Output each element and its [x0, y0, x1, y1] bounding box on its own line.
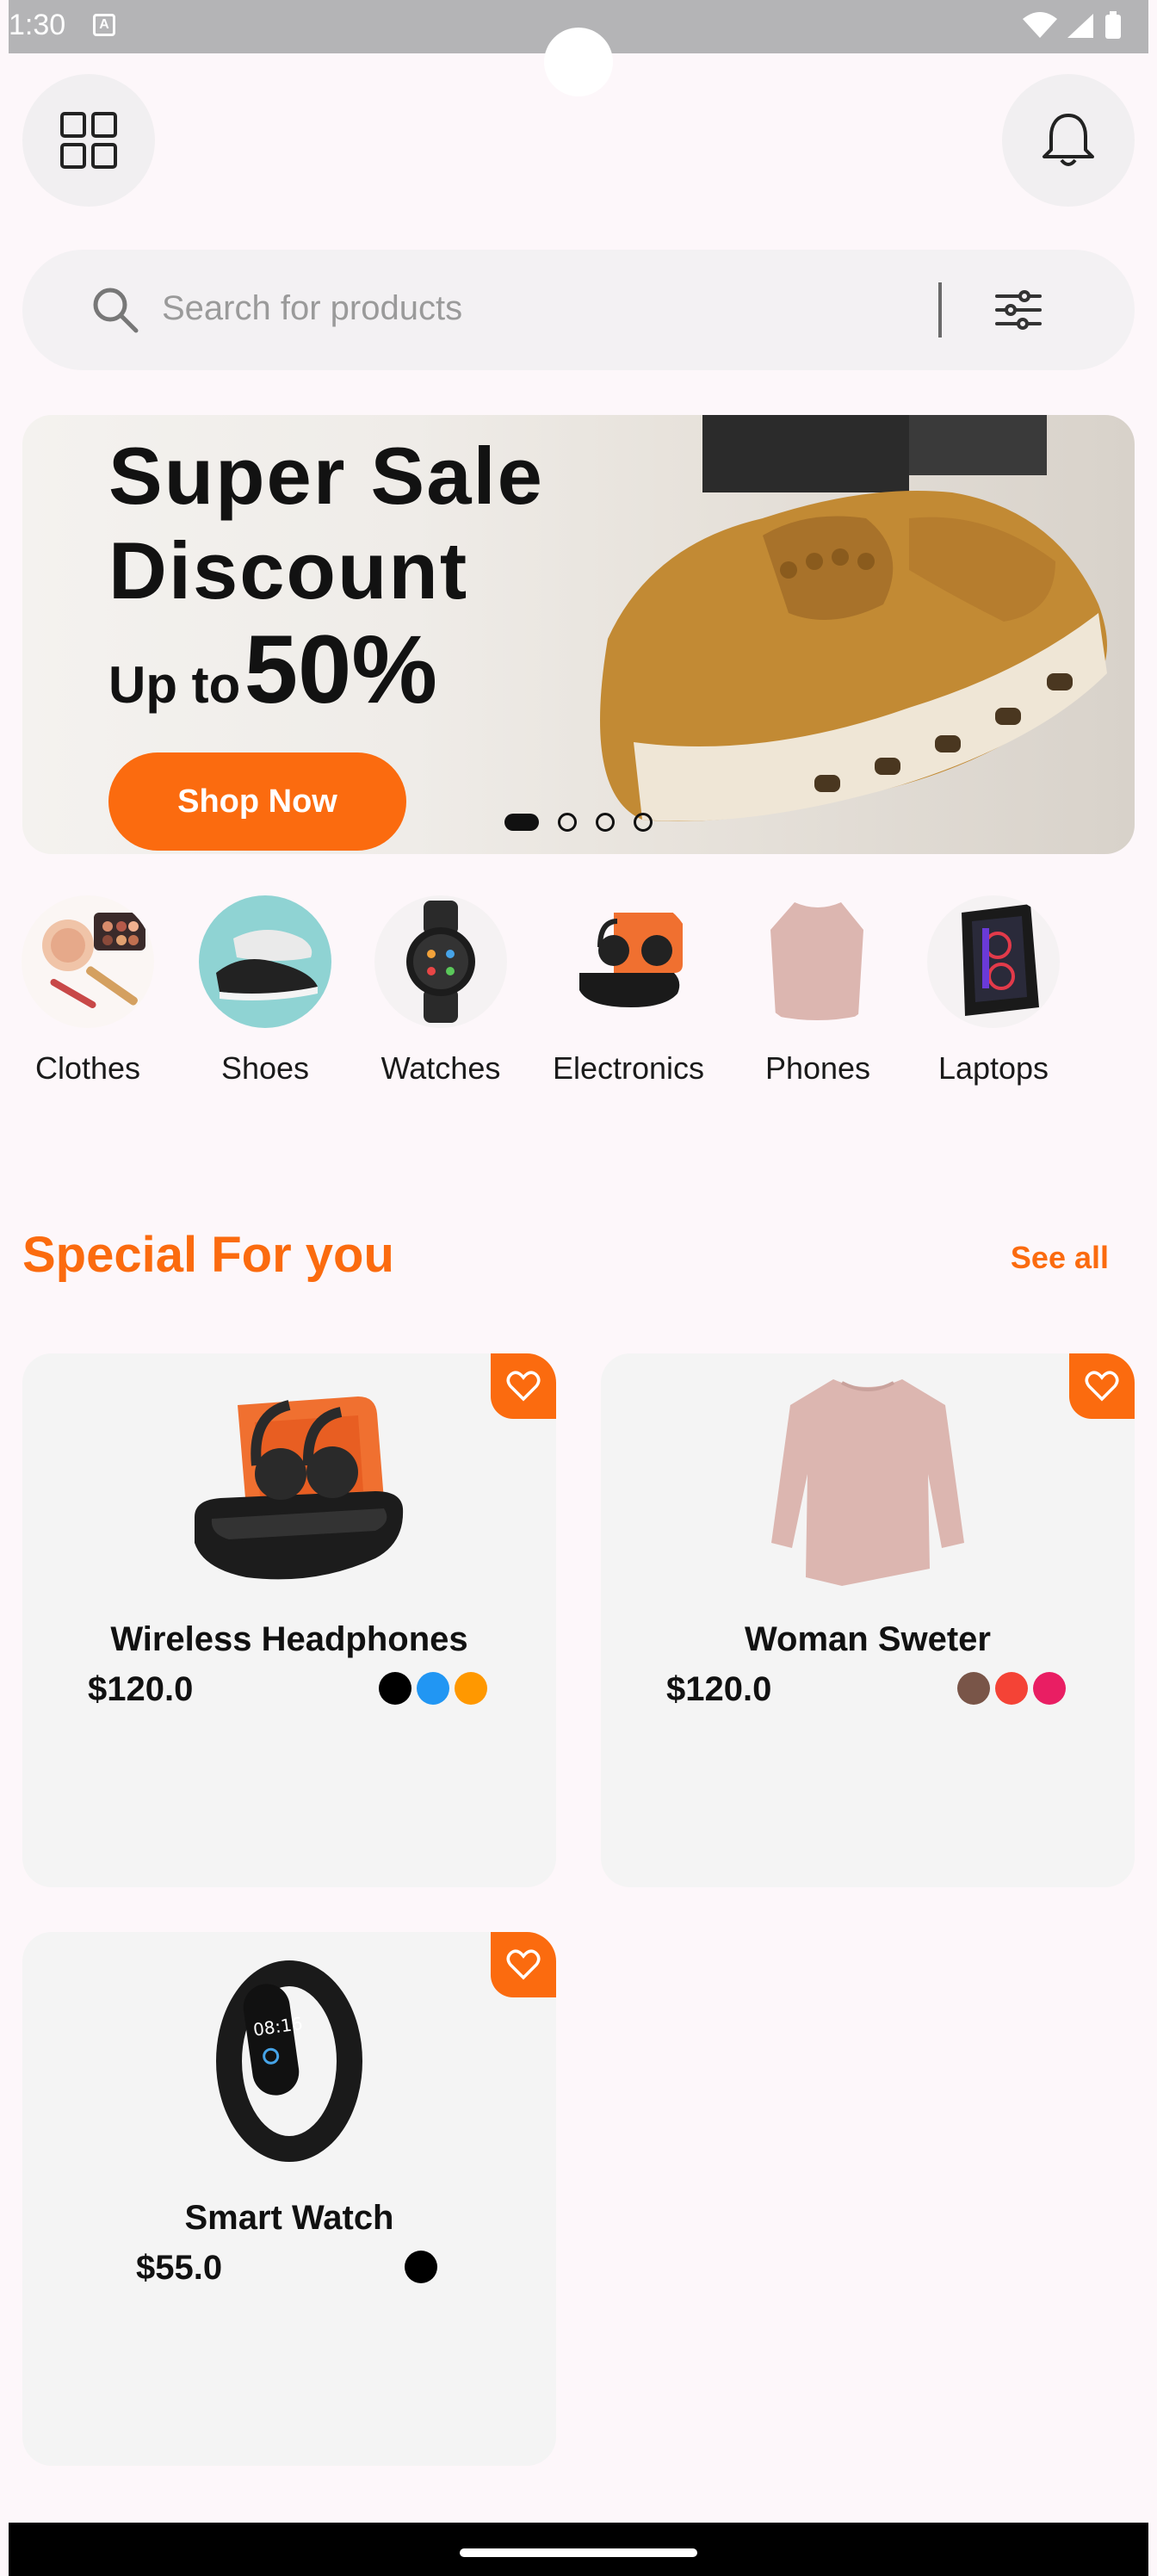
product-card[interactable]: 08:16 Smart Watch $55.0: [22, 1932, 556, 2466]
category-shoes[interactable]: Shoes: [179, 895, 351, 1087]
search-icon: [93, 288, 139, 333]
search-divider: [938, 282, 942, 337]
sweater-icon: [770, 902, 863, 1020]
color-swatch[interactable]: [455, 1672, 487, 1705]
home-gesture-handle[interactable]: [460, 2548, 697, 2557]
banner-headline-1: Super Sale: [108, 430, 544, 521]
cosmetics-icon: [42, 913, 145, 1008]
favorite-button[interactable]: [491, 1932, 556, 1997]
category-label: Laptops: [937, 1050, 1049, 1086]
watch-icon: [406, 901, 475, 1023]
search-input[interactable]: Search for products: [162, 289, 462, 328]
favorite-button[interactable]: [1069, 1353, 1135, 1419]
product-price: $55.0: [136, 2249, 223, 2287]
product-image: [739, 1371, 997, 1603]
product-name: Smart Watch: [184, 2199, 394, 2237]
category-label: Shoes: [220, 1050, 310, 1086]
category-image: [562, 895, 695, 1028]
color-swatches: [957, 1672, 1066, 1705]
category-list: Clothes Shoes Watches Electronics Phones…: [0, 895, 1157, 1102]
category-phones[interactable]: Phones: [732, 895, 904, 1087]
earbuds-case-icon: [195, 1396, 404, 1580]
status-indicator: A: [93, 14, 115, 36]
search-bar[interactable]: Search for products: [22, 250, 1135, 370]
category-label: Clothes: [34, 1050, 141, 1086]
bell-icon: [1043, 114, 1094, 166]
product-card[interactable]: Wireless Headphones $120.0: [22, 1353, 556, 1887]
color-swatch[interactable]: [995, 1672, 1028, 1705]
product-price: $120.0: [88, 1670, 194, 1708]
status-icons: [1023, 10, 1123, 41]
see-all-link[interactable]: See all: [1011, 1240, 1109, 1276]
banner-discount: 50%: [244, 616, 437, 723]
status-time: 1:30: [9, 9, 66, 41]
product-name: Wireless Headphones: [110, 1620, 468, 1658]
color-swatch[interactable]: [417, 1672, 449, 1705]
category-clothes[interactable]: Clothes: [2, 895, 174, 1087]
product-image: 08:16: [160, 1949, 418, 2182]
promo-banner[interactable]: Super Sale Discount Up to 50% Shop Now: [22, 415, 1135, 854]
carousel-dot[interactable]: [504, 814, 539, 831]
color-swatch[interactable]: [405, 2251, 437, 2283]
category-image: [374, 895, 507, 1028]
product-price: $120.0: [666, 1670, 772, 1708]
section-title: Special For you: [22, 1227, 394, 1283]
category-image: [22, 895, 154, 1028]
banner-headline-3: Up to 50%: [108, 618, 437, 751]
category-laptops[interactable]: Laptops: [907, 895, 1080, 1087]
carousel-dot[interactable]: [596, 813, 615, 832]
carousel-dot[interactable]: [634, 813, 653, 832]
product-image: [160, 1371, 418, 1603]
product-name: Woman Sweter: [745, 1620, 991, 1658]
shop-now-button[interactable]: Shop Now: [108, 752, 406, 851]
wifi-icon: [1023, 12, 1057, 38]
camera-cutout: [544, 28, 613, 96]
sneaker-image: [600, 415, 1107, 821]
grid-icon: [60, 112, 117, 169]
category-watches[interactable]: Watches: [355, 895, 527, 1087]
earbuds-icon: [579, 913, 683, 1007]
category-label: Watches: [381, 1050, 501, 1086]
category-label: Electronics: [552, 1050, 705, 1086]
notifications-button[interactable]: [1002, 74, 1135, 207]
pc-case-icon: [962, 904, 1039, 1016]
heart-icon: [506, 1949, 541, 1980]
heart-icon: [506, 1371, 541, 1402]
favorite-button[interactable]: [491, 1353, 556, 1419]
category-image: [752, 895, 884, 1028]
banner-prefix: Up to: [108, 656, 241, 714]
color-swatch[interactable]: [957, 1672, 990, 1705]
sliders-icon[interactable]: [993, 286, 1043, 334]
category-image: [927, 895, 1060, 1028]
fitness-band-image: 08:16: [216, 1960, 362, 2162]
color-swatch[interactable]: [1033, 1672, 1066, 1705]
menu-button[interactable]: [22, 74, 155, 207]
sweater-image: [771, 1379, 964, 1586]
sneakers-icon: [216, 930, 318, 1000]
color-swatches: [405, 2251, 437, 2283]
battery-icon: [1105, 11, 1121, 39]
color-swatch[interactable]: [379, 1672, 411, 1705]
category-label: Phones: [764, 1050, 871, 1086]
banner-headline-2: Discount: [108, 525, 469, 616]
heart-icon: [1085, 1371, 1119, 1402]
signal-icon: [1067, 14, 1093, 38]
color-swatches: [379, 1672, 487, 1705]
category-electronics[interactable]: Electronics: [542, 895, 715, 1087]
category-image: [199, 895, 331, 1028]
carousel-dot[interactable]: [558, 813, 577, 832]
product-card[interactable]: Woman Sweter $120.0: [601, 1353, 1135, 1887]
carousel-dots[interactable]: [504, 813, 653, 832]
